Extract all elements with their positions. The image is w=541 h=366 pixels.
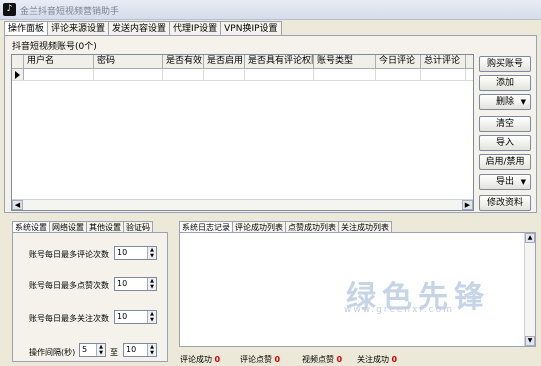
column-today-comments[interactable]: 今日评论	[376, 55, 421, 68]
window-title: 金兰抖音短视频营销助手	[20, 7, 120, 17]
scroll-left-icon[interactable]: ◀	[12, 200, 23, 210]
main-tab-bar: 操作面板 评论来源设置 发送内容设置 代理IP设置 VPN换IP设置	[4, 21, 282, 37]
tab-comment-source[interactable]: 评论来源设置	[47, 21, 110, 36]
watermark-url: www.greenxf.com	[344, 305, 455, 315]
interval-from-stepper[interactable]: 5 ▲ ▼	[79, 343, 106, 357]
buy-account-button[interactable]: 购买账号	[479, 56, 531, 72]
import-button[interactable]: 导入	[479, 135, 531, 151]
interval-separator: 至	[110, 348, 118, 357]
tab-vpn-ip[interactable]: VPN换IP设置	[220, 21, 282, 36]
comment-success-stat: 评论成功 0	[180, 354, 220, 365]
table-header: 用户名 密码 是否有效 是否启用 是否具有评论权限 账号类型 今日评论 总计评论	[12, 55, 473, 69]
daily-likes-label: 账号每日最多点赞次数	[29, 281, 109, 290]
daily-follows-label: 账号每日最多关注次数	[29, 314, 109, 323]
video-like-value: 0	[336, 355, 343, 364]
scroll-up-icon[interactable]: ▲	[525, 233, 535, 243]
current-row-icon	[15, 71, 20, 79]
add-button[interactable]: 添加	[479, 75, 531, 91]
account-table[interactable]: 用户名 密码 是否有效 是否启用 是否具有评论权限 账号类型 今日评论 总计评论…	[11, 54, 474, 211]
edit-profile-button[interactable]: 修改资料	[479, 195, 531, 211]
daily-comments-stepper[interactable]: 10 ▲ ▼	[114, 246, 157, 260]
daily-likes-stepper[interactable]: 10 ▲ ▼	[114, 277, 157, 291]
delete-label: 删除	[495, 97, 514, 107]
interval-to-stepper[interactable]: 10 ▲ ▼	[123, 343, 157, 357]
enable-disable-button[interactable]: 启用/禁用	[479, 154, 531, 170]
comment-success-label: 评论成功	[180, 355, 212, 364]
interval-from-value: 5	[82, 345, 88, 354]
daily-follows-value: 10	[117, 312, 128, 321]
video-like-stat: 视频点赞 0	[302, 354, 342, 365]
clear-button[interactable]: 清空	[479, 116, 531, 132]
interval-label: 操作间隔(秒)	[29, 348, 76, 357]
tab-send-content[interactable]: 发送内容设置	[108, 21, 171, 36]
delete-dropdown-button[interactable]: 删除 ▼	[479, 94, 531, 110]
interval-to-value: 10	[126, 345, 137, 354]
app-tiktok-icon: ♪	[3, 3, 16, 16]
scroll-right-icon[interactable]: ▶	[462, 200, 473, 210]
stepper-arrows-icon[interactable]: ▲ ▼	[147, 247, 156, 259]
stepper-arrows-icon[interactable]: ▲ ▼	[147, 311, 156, 323]
chevron-down-icon: ▼	[520, 98, 526, 106]
stepper-arrows-icon[interactable]: ▲ ▼	[147, 344, 156, 356]
export-label: 导出	[495, 177, 514, 187]
comment-like-value: 0	[274, 355, 281, 364]
daily-comments-value: 10	[117, 248, 128, 257]
account-group-title: 抖音短视频账号(0个)	[11, 39, 98, 52]
chevron-down-icon: ▼	[520, 178, 526, 186]
title-bar: ♪ 金兰抖音短视频营销助手	[0, 0, 541, 20]
scroll-down-icon[interactable]: ▼	[525, 336, 535, 346]
export-dropdown-button[interactable]: 导出 ▼	[479, 174, 531, 190]
column-enabled[interactable]: 是否启用	[204, 55, 245, 68]
stepper-arrows-icon[interactable]: ▲ ▼	[147, 278, 156, 290]
comment-like-stat: 评论点赞 0	[240, 354, 280, 365]
video-like-label: 视频点赞	[302, 355, 334, 364]
horizontal-scrollbar[interactable]: ◀ ▶	[12, 199, 473, 210]
column-valid[interactable]: 是否有效	[163, 55, 204, 68]
tab-proxy-ip[interactable]: 代理IP设置	[169, 21, 222, 36]
comment-like-label: 评论点赞	[240, 355, 272, 364]
table-row[interactable]	[12, 69, 473, 81]
daily-likes-value: 10	[117, 279, 128, 288]
system-settings-panel: 账号每日最多评论次数 10 ▲ ▼ 账号每日最多点赞次数 10 ▲ ▼ 账号每日最多…	[12, 232, 168, 362]
account-panel: 抖音短视频账号(0个) 用户名 密码 是否有效 是否启用 是否具有评论权限 账号…	[4, 35, 537, 213]
daily-follows-stepper[interactable]: 10 ▲ ▼	[114, 310, 157, 324]
stepper-arrows-icon[interactable]: ▲ ▼	[96, 344, 105, 356]
vertical-scrollbar[interactable]: ▲ ▼	[524, 233, 535, 346]
column-account-type[interactable]: 账号类型	[314, 55, 376, 68]
column-password[interactable]: 密码	[94, 55, 163, 68]
column-total-comments[interactable]: 总计评论	[421, 55, 466, 68]
column-username[interactable]: 用户名	[24, 55, 94, 68]
follow-success-stat: 关注成功 0	[357, 354, 397, 365]
comment-success-value: 0	[214, 355, 221, 364]
follow-success-label: 关注成功	[357, 355, 389, 364]
daily-comments-label: 账号每日最多评论次数	[29, 250, 109, 259]
column-comment-permission[interactable]: 是否具有评论权限	[245, 55, 314, 68]
follow-success-value: 0	[391, 355, 398, 364]
